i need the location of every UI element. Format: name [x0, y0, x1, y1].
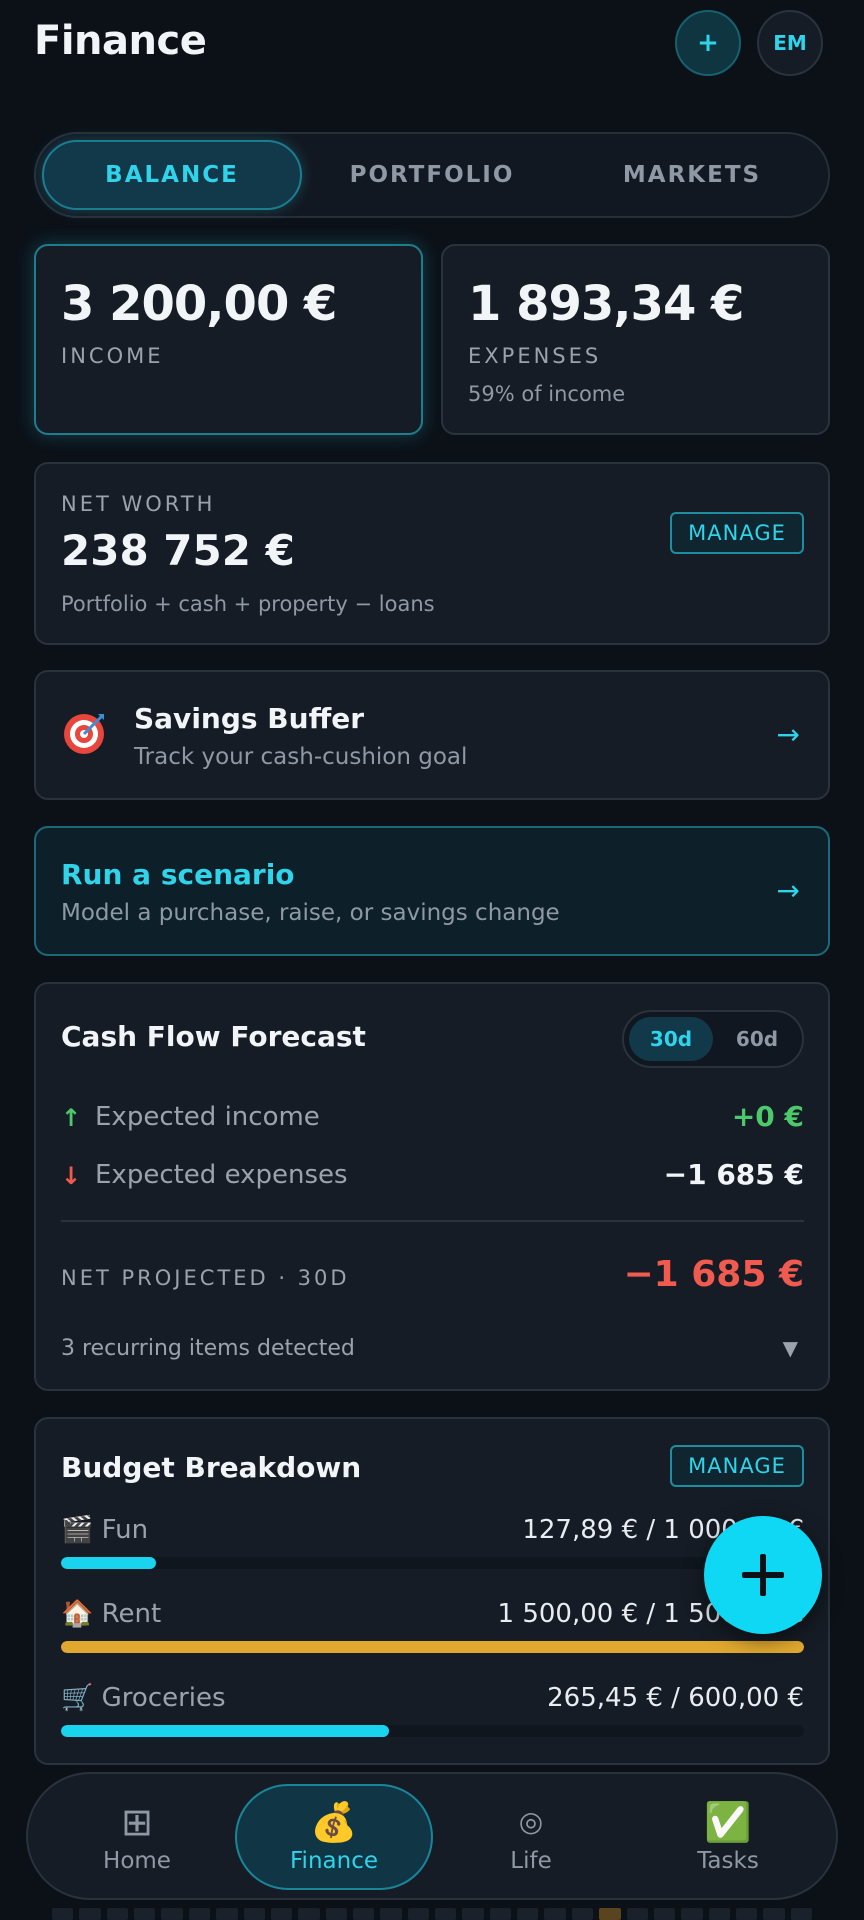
income-card[interactable]: 3 200,00 € INCOME	[34, 244, 423, 435]
budget-rent-fill	[61, 1641, 804, 1653]
budget-title: Budget Breakdown	[61, 1451, 362, 1484]
expenses-value: 1 893,34 €	[468, 276, 744, 332]
budget-rent-track	[61, 1641, 804, 1653]
net-worth-value: 238 752 €	[61, 526, 295, 575]
scenario-arrow-icon: →	[776, 874, 800, 907]
budget-row-groceries[interactable]: 🛒 Groceries 265,45 € / 600,00 €	[61, 1683, 804, 1753]
expected-expenses-row: ↓ Expected expenses −1 685 €	[61, 1156, 804, 1196]
check-icon: ✅	[704, 1800, 752, 1844]
nav-finance-label: Finance	[290, 1848, 378, 1874]
forecast-title: Cash Flow Forecast	[61, 1020, 366, 1053]
range-60d[interactable]: 60d	[715, 1017, 799, 1061]
expected-income-row: ↑ Expected income +0 €	[61, 1098, 804, 1138]
house-icon: 🏠	[61, 1599, 94, 1629]
tab-balance[interactable]: BALANCE	[42, 140, 302, 210]
nav-home[interactable]: ⊞ Home	[38, 1784, 236, 1890]
savings-title: Savings Buffer	[134, 702, 365, 735]
bottom-nav: ⊞ Home 💰 Finance ◎ Life ✅ Tasks	[26, 1772, 838, 1900]
forecast-divider	[61, 1220, 804, 1222]
scenario-title: Run a scenario	[61, 858, 295, 891]
clapper-icon: 🎬	[61, 1515, 94, 1545]
fab-add-button[interactable]	[704, 1516, 822, 1634]
add-button[interactable]: +	[675, 10, 741, 76]
budget-row-fun[interactable]: 🎬 Fun 127,89 € / 1 000,00 €	[61, 1515, 804, 1585]
budget-groceries-fill	[61, 1725, 390, 1737]
grid-icon: ⊞	[121, 1800, 153, 1844]
budget-fun-track	[61, 1557, 804, 1569]
savings-subtitle: Track your cash-cushion goal	[134, 744, 468, 770]
expenses-note: 59% of income	[468, 382, 626, 406]
target-icon	[64, 714, 104, 754]
avatar[interactable]: EM	[757, 10, 823, 76]
arrow-down-icon: ↓	[61, 1162, 82, 1190]
budget-row-rent[interactable]: 🏠 Rent 1 500,00 € / 1 500,00 €	[61, 1599, 804, 1669]
budget-fun-fill	[61, 1557, 157, 1569]
nav-home-label: Home	[103, 1848, 171, 1874]
app-header: Finance + EM	[0, 0, 864, 90]
plus-icon	[742, 1554, 784, 1596]
run-scenario-card[interactable]: Run a scenario Model a purchase, raise, …	[34, 826, 830, 956]
tab-markets[interactable]: MARKETS	[562, 140, 822, 210]
section-tabs: BALANCE PORTFOLIO MARKETS	[34, 132, 830, 218]
forecast-range-toggle: 30d 60d	[622, 1010, 804, 1068]
money-bag-icon: 💰	[310, 1800, 358, 1844]
range-30d[interactable]: 30d	[629, 1017, 713, 1061]
expenses-label: EXPENSES	[468, 344, 602, 368]
budget-groceries-track	[61, 1725, 804, 1737]
page-title: Finance	[34, 18, 207, 64]
net-worth-manage-button[interactable]: MANAGE	[670, 512, 804, 554]
income-value: 3 200,00 €	[61, 276, 337, 332]
expected-income-value: +0 €	[731, 1100, 804, 1133]
scenario-subtitle: Model a purchase, raise, or savings chan…	[61, 900, 560, 926]
tab-portfolio[interactable]: PORTFOLIO	[302, 140, 562, 210]
budget-groceries-name: 🛒 Groceries	[61, 1683, 226, 1713]
income-label: INCOME	[61, 344, 164, 368]
budget-manage-button[interactable]: MANAGE	[670, 1445, 804, 1487]
life-icon: ◎	[518, 1805, 544, 1838]
recurring-items-toggle[interactable]: 3 recurring items detected	[61, 1336, 355, 1361]
budget-fun-name: 🎬 Fun	[61, 1515, 149, 1545]
net-worth-note: Portfolio + cash + property − loans	[61, 592, 435, 616]
expected-income-label: Expected income	[95, 1102, 320, 1132]
savings-arrow-icon: →	[776, 718, 800, 751]
budget-groceries-amount: 265,45 € / 600,00 €	[547, 1683, 804, 1713]
net-projected-value: −1 685 €	[623, 1254, 804, 1295]
bottom-strip	[52, 1908, 813, 1920]
cart-icon: 🛒	[61, 1683, 94, 1713]
nav-tasks-label: Tasks	[697, 1848, 759, 1874]
net-worth-card: NET WORTH 238 752 € Portfolio + cash + p…	[34, 462, 830, 645]
expenses-card[interactable]: 1 893,34 € EXPENSES 59% of income	[441, 244, 830, 435]
savings-buffer-card[interactable]: Savings Buffer Track your cash-cushion g…	[34, 670, 830, 800]
cash-flow-forecast-card: Cash Flow Forecast 30d 60d ↑ Expected in…	[34, 982, 830, 1391]
net-worth-label: NET WORTH	[61, 492, 216, 516]
budget-rent-name: 🏠 Rent	[61, 1599, 162, 1629]
nav-finance[interactable]: 💰 Finance	[235, 1784, 433, 1890]
expected-expenses-label: Expected expenses	[95, 1160, 348, 1190]
expected-expenses-value: −1 685 €	[663, 1158, 804, 1191]
arrow-up-icon: ↑	[61, 1104, 82, 1132]
nav-tasks[interactable]: ✅ Tasks	[629, 1784, 827, 1890]
net-projected-label: NET PROJECTED · 30D	[61, 1266, 350, 1290]
nav-life-label: Life	[510, 1848, 552, 1874]
chevron-down-icon[interactable]: ▼	[783, 1336, 798, 1360]
nav-life[interactable]: ◎ Life	[432, 1784, 630, 1890]
